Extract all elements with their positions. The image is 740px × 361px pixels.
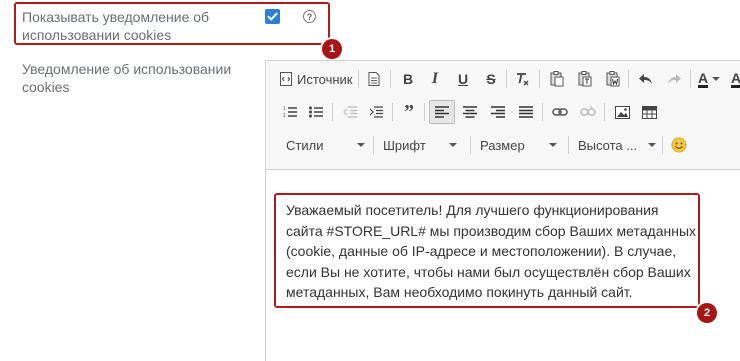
font-combo[interactable]: Шрифт xyxy=(383,134,457,156)
help-icon[interactable]: ? xyxy=(303,10,316,23)
cookie-notice-text[interactable]: Уважаемый посетитель! Для лучшего функци… xyxy=(286,200,696,303)
numbered-list-icon[interactable]: 12 xyxy=(280,101,300,123)
svg-text:1: 1 xyxy=(283,106,286,111)
source-button[interactable]: Источник xyxy=(280,68,354,90)
bulleted-list-icon[interactable] xyxy=(306,101,326,123)
emoji-icon[interactable] xyxy=(669,134,689,156)
underline-icon[interactable]: U xyxy=(453,68,473,90)
indent-icon[interactable] xyxy=(366,101,386,123)
toolbar-separator xyxy=(539,70,540,88)
toolbar-separator xyxy=(470,136,471,154)
blockquote-icon[interactable]: ” xyxy=(399,101,419,123)
toolbar-separator xyxy=(506,70,507,88)
size-combo-label: Размер xyxy=(480,137,525,153)
toolbar-separator xyxy=(628,70,629,88)
svg-text:2: 2 xyxy=(283,113,286,118)
new-page-icon[interactable] xyxy=(364,68,384,90)
source-label: Источник xyxy=(297,71,353,87)
align-left-icon[interactable] xyxy=(429,100,455,124)
checkmark-icon xyxy=(267,12,278,21)
redo-icon[interactable] xyxy=(664,68,684,90)
paste-icon[interactable] xyxy=(547,68,567,90)
bold-icon[interactable]: B xyxy=(398,68,418,90)
toolbar-separator xyxy=(332,103,333,121)
show-cookie-notice-checkbox[interactable] xyxy=(265,9,280,24)
remove-format-icon[interactable] xyxy=(512,68,534,90)
styles-combo[interactable]: Стили xyxy=(286,134,365,156)
outdent-icon[interactable] xyxy=(340,101,360,123)
size-combo[interactable]: Размер xyxy=(480,134,557,156)
chevron-down-icon xyxy=(549,143,557,147)
toolbar-separator xyxy=(690,70,691,88)
chevron-down-icon xyxy=(357,143,365,147)
cookie-notice-text-label: Уведомление об использовании cookies xyxy=(22,61,232,95)
font-combo-label: Шрифт xyxy=(383,137,426,153)
link-icon[interactable] xyxy=(550,101,570,123)
text-color-icon[interactable]: A xyxy=(698,68,726,90)
toolbar-separator xyxy=(604,103,605,121)
line-height-combo-label: Высота ... xyxy=(578,137,638,153)
annotation-badge-1: 1 xyxy=(322,39,342,59)
toolbar-separator xyxy=(662,136,663,154)
show-cookie-notice-label: Показывать уведомление об использовании … xyxy=(22,9,210,43)
styles-combo-label: Стили xyxy=(286,137,324,153)
editor-toolbar: Источник B I U S A A 12 ” Стили Шрифт Ра… xyxy=(266,61,740,170)
chevron-down-icon xyxy=(449,143,457,147)
align-center-icon[interactable] xyxy=(460,101,480,123)
table-icon[interactable] xyxy=(639,101,659,123)
toolbar-separator xyxy=(390,70,391,88)
line-height-combo[interactable]: Высота ... xyxy=(578,134,656,156)
italic-icon[interactable]: I xyxy=(425,68,445,90)
chevron-down-icon xyxy=(648,143,656,147)
toolbar-separator xyxy=(358,70,359,88)
toolbar-separator xyxy=(392,103,393,121)
background-color-icon[interactable]: A xyxy=(731,68,740,90)
unlink-icon[interactable] xyxy=(578,101,598,123)
annotation-badge-2: 2 xyxy=(697,303,717,323)
paste-text-icon[interactable] xyxy=(575,68,595,90)
toolbar-separator xyxy=(568,136,569,154)
paste-word-icon[interactable] xyxy=(603,68,623,90)
align-right-icon[interactable] xyxy=(488,101,508,123)
toolbar-separator xyxy=(424,103,425,121)
align-justify-icon[interactable] xyxy=(516,101,536,123)
toolbar-separator xyxy=(373,136,374,154)
undo-icon[interactable] xyxy=(636,68,656,90)
source-icon xyxy=(280,72,292,86)
image-icon[interactable] xyxy=(612,101,632,123)
toolbar-separator xyxy=(542,103,543,121)
strikethrough-icon[interactable]: S xyxy=(481,68,501,90)
